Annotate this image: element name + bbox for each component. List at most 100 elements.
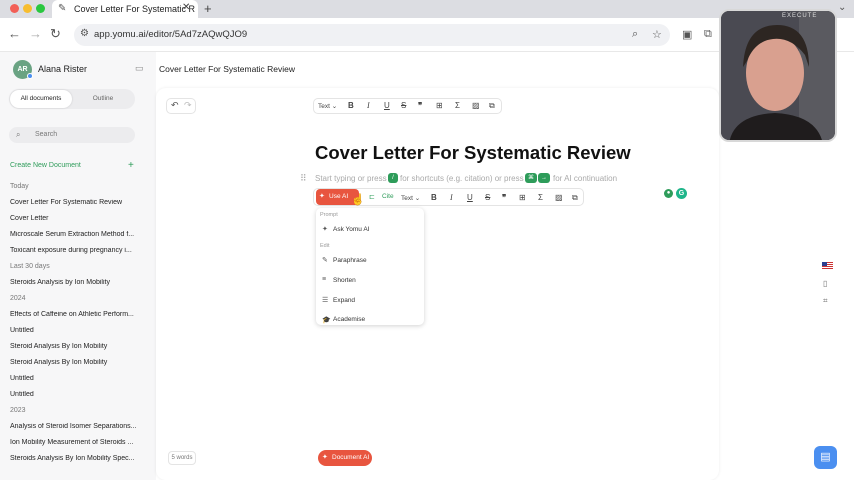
document-icon[interactable]: ▯ [823,279,827,288]
menu-item-shorten[interactable]: Shorten [333,277,356,284]
focus-scan-icon[interactable]: ⌗ [823,296,828,306]
text-style-select[interactable]: Text ⌄ [401,194,420,202]
equation-icon[interactable]: Σ [455,101,460,110]
underline-icon[interactable]: U [467,193,473,202]
cmd-key-badge: ⌘ [525,173,537,183]
page-title[interactable]: Cover Letter For Systematic Review [315,142,631,164]
reload-button[interactable]: ↻ [50,26,61,42]
bookmark-star-icon[interactable]: ☆ [652,28,662,41]
quote-icon[interactable]: ❞ [418,101,422,110]
image-icon[interactable]: ▨ [472,101,480,110]
table-icon[interactable]: ⊞ [519,193,526,202]
redo-icon[interactable]: ↷ [184,100,192,111]
list-item[interactable]: Toxicant exposure during pregnancy i... [10,247,138,254]
italic-icon[interactable]: I [450,193,453,202]
word-count-badge: 5 words [168,451,196,465]
arrow-key-badge: → [538,173,550,183]
maximize-window-button[interactable] [36,4,45,13]
sparkle-icon: ✦ [322,226,328,233]
list-item[interactable]: Analysis of Steroid Isomer Separations..… [10,423,138,430]
expand-lines-icon: ☰ [322,297,329,304]
strikethrough-icon[interactable]: S [485,193,490,202]
list-item[interactable]: Steroid Analysis By Ion Mobility [10,359,138,366]
placeholder-text-start: Start typing or press [315,174,387,183]
bold-icon[interactable]: B [348,101,354,110]
list-item[interactable]: Cover Letter [10,215,138,222]
list-item[interactable]: Effects of Caffeine on Athletic Perform.… [10,311,138,318]
bold-icon[interactable]: B [431,193,437,202]
puzzle-extensions-icon[interactable]: ⧉ [704,28,712,41]
list-item[interactable]: Untitled [10,327,138,334]
quote-icon[interactable]: ❞ [502,193,506,202]
site-settings-icon[interactable]: ⚙ [80,28,89,39]
group-label-2023: 2023 [10,407,26,414]
cite-button[interactable]: Cite [382,193,394,200]
shorten-lines-icon: ≡ [322,276,327,283]
menu-item-paraphrase[interactable]: Paraphrase [333,257,367,264]
mouse-cursor-icon: ☝ [351,194,365,206]
equation-icon[interactable]: Σ [538,193,543,202]
search-input[interactable] [9,127,135,143]
copy-icon[interactable]: ⧉ [489,101,495,111]
zoom-search-icon[interactable]: ⌕ [632,28,638,41]
menu-item-academise[interactable]: Academise [333,316,365,323]
slash-key-badge: / [388,173,398,183]
list-item[interactable]: Steroids Analysis by Ion Mobility [10,279,138,286]
sparkle-icon: ✦ [322,454,328,461]
user-name[interactable]: Alana Rister [38,64,87,74]
tab-all-documents[interactable]: All documents [10,95,72,102]
image-icon[interactable]: ▨ [555,193,563,202]
menu-item-expand[interactable]: Expand [333,297,355,304]
tab-outline[interactable]: Outline [72,95,134,102]
back-button[interactable]: ← [8,26,21,41]
copy-icon[interactable]: ⧉ [572,193,578,203]
table-icon[interactable]: ⊞ [436,101,443,110]
forward-button[interactable]: → [29,26,42,41]
search-icon: ⌕ [16,130,21,139]
close-window-button[interactable] [10,4,19,13]
strikethrough-icon[interactable]: S [401,101,406,110]
group-label-today: Today [10,183,29,190]
list-item[interactable]: Untitled [10,391,138,398]
document-header-title: Cover Letter For Systematic Review [159,64,296,74]
collapse-sidebar-icon[interactable]: ▭ [135,63,144,74]
pencil-icon: ✎ [322,257,328,264]
text-style-value: Text [318,103,330,110]
add-document-icon[interactable]: + [128,160,134,171]
webcam-overlay [719,9,837,142]
flag-canton [822,262,827,266]
sparkle-icon: ✦ [319,193,325,200]
browser-tab[interactable]: Cover Letter For Systematic R [52,0,198,18]
graduation-cap-icon: 🎓 [322,317,331,324]
menu-section-edit: Edit [320,243,330,249]
list-item[interactable]: Microscale Serum Extraction Method f... [10,231,138,238]
use-ai-label: Use AI [329,193,349,200]
menu-item-ask-yomu-ai[interactable]: Ask Yomu AI [333,226,370,233]
list-item[interactable]: Ion Mobility Measurement of Steroids ... [10,439,138,446]
group-label-2024: 2024 [10,295,26,302]
text-style-select[interactable]: Text ⌄ [318,102,337,110]
document-ai-label: Document AI [332,454,370,461]
create-new-document-button[interactable]: Create New Document [10,162,81,169]
tab-close-icon[interactable]: ✕ [182,2,190,13]
text-style-value: Text [401,195,413,202]
list-item[interactable]: Steroid Analysis By Ion Mobility [10,343,138,350]
list-item[interactable]: Steroids Analysis By Ion Mobility Spec..… [10,455,138,462]
search-placeholder: Search [35,131,58,138]
webcam-poster-text: EXECUTE [782,13,818,19]
list-item[interactable]: Cover Letter For Systematic Review [10,199,138,206]
list-item[interactable]: Untitled [10,375,138,382]
grammarly-icon[interactable]: G [676,188,687,199]
location-pin-icon[interactable]: ● [664,189,673,198]
cite-icon: ⊏ [369,194,375,201]
extension-icon[interactable]: ▣ [682,28,692,41]
new-tab-button[interactable]: + [204,1,212,16]
minimize-window-button[interactable] [23,4,32,13]
italic-icon[interactable]: I [367,101,370,110]
tab-title: Cover Letter For Systematic R [74,4,196,14]
drag-handle-icon[interactable]: ⠿ [300,173,307,184]
tab-list-chevron-icon[interactable]: ⌄ [838,2,846,13]
underline-icon[interactable]: U [384,101,390,110]
help-book-button[interactable]: ▤ [814,446,837,469]
undo-icon[interactable]: ↶ [171,100,179,111]
